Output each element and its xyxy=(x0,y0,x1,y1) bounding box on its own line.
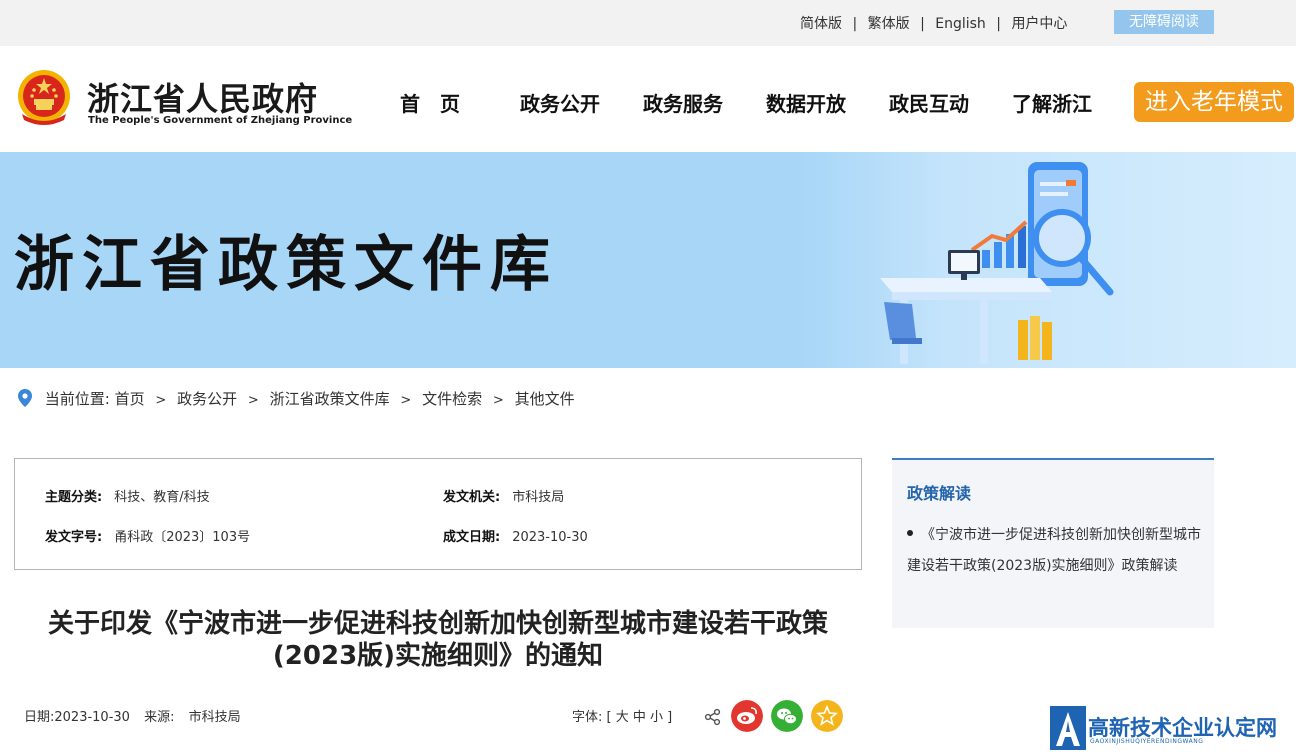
breadcrumb-prefix: 当前位置: xyxy=(44,390,110,408)
breadcrumb-search[interactable]: 文件检索 xyxy=(422,390,482,408)
meta-doc-no-label: 发文字号: xyxy=(45,530,103,545)
document-meta-box: 主题分类: 科技、教育/科技 发文机关: 市科技局 发文字号: 甬科政〔2023〕10… xyxy=(14,458,862,570)
nav-services[interactable]: 政务服务 xyxy=(643,88,723,117)
bullet-icon xyxy=(907,530,913,536)
separator: | xyxy=(920,16,925,32)
favorite-star-icon[interactable] xyxy=(811,700,843,732)
site-name[interactable]: 浙江省人民政府 xyxy=(87,74,318,120)
article-source-label: 来源: xyxy=(144,710,175,725)
elder-mode-button[interactable]: 进入老年模式 xyxy=(1134,82,1294,122)
article-source: 市科技局 xyxy=(188,710,241,725)
policy-interpretation-panel: 政策解读 《宁波市进一步促进科技创新加快创新型城市建设若干政策(2023版)实施… xyxy=(892,458,1214,628)
font-size-control: 字体: [ 大 中 小 ] xyxy=(572,706,672,725)
article-title: 关于印发《宁波市进一步促进科技创新加快创新型城市建设若干政策 (2023版)实施… xyxy=(14,608,862,672)
top-bar: 简体版 | 繁体版 | English | 用户中心 无障碍阅读 xyxy=(0,0,1296,46)
share-icon[interactable] xyxy=(704,708,722,726)
watermark-subtext: GAOXINJISHUQIYERENDINGWANG xyxy=(1090,738,1204,745)
article-title-line1: 关于印发《宁波市进一步促进科技创新加快创新型城市建设若干政策 xyxy=(47,609,828,639)
meta-doc-no-value: 甬科政〔2023〕103号 xyxy=(114,530,251,545)
link-user-center[interactable]: 用户中心 xyxy=(1011,13,1067,33)
breadcrumb-separator: > xyxy=(247,393,259,408)
meta-issuer-value: 市科技局 xyxy=(512,490,565,505)
national-emblem-icon[interactable] xyxy=(14,68,74,128)
nav-home[interactable]: 首 页 xyxy=(400,88,460,117)
article-title-line2: (2023版)实施细则》的通知 xyxy=(272,641,604,671)
breadcrumb-separator: > xyxy=(400,393,412,408)
font-size-label: 字体: xyxy=(572,710,603,725)
breadcrumb-policy-library[interactable]: 浙江省政策文件库 xyxy=(270,390,390,408)
site-name-en: The People's Government of Zhejiang Prov… xyxy=(88,115,353,126)
nav-gov-affairs[interactable]: 政务公开 xyxy=(520,88,600,117)
article-date-label: 日期: xyxy=(24,710,55,725)
link-english[interactable]: English xyxy=(935,16,986,32)
font-size-options[interactable]: [ 大 中 小 ] xyxy=(607,710,673,725)
wechat-share-icon[interactable] xyxy=(771,700,803,732)
meta-date: 成文日期: 2023-10-30 xyxy=(443,526,588,545)
banner: 浙江省政策文件库 xyxy=(0,152,1296,368)
link-simplified[interactable]: 简体版 xyxy=(800,13,842,33)
sidebar-item-link[interactable]: 《宁波市进一步促进科技创新加快创新型城市建设若干政策(2023版)实施细则》政策… xyxy=(907,527,1201,574)
meta-date-label: 成文日期: xyxy=(443,530,501,545)
nav-interaction[interactable]: 政民互动 xyxy=(889,88,969,117)
breadcrumb-gov-affairs[interactable]: 政务公开 xyxy=(177,390,237,408)
breadcrumb-other-files[interactable]: 其他文件 xyxy=(515,390,575,408)
watermark-logo: 高新技术企业认定网 GAOXINJISHUQIYERENDINGWANG xyxy=(1046,704,1296,752)
meta-topic-label: 主题分类: xyxy=(45,490,103,505)
sidebar-item[interactable]: 《宁波市进一步促进科技创新加快创新型城市建设若干政策(2023版)实施细则》政策… xyxy=(907,520,1207,582)
meta-doc-no: 发文字号: 甬科政〔2023〕103号 xyxy=(45,526,250,545)
banner-title: 浙江省政策文件库 xyxy=(14,230,558,300)
nav-open-data[interactable]: 数据开放 xyxy=(766,88,846,117)
nav-about-zhejiang[interactable]: 了解浙江 xyxy=(1012,88,1092,117)
meta-topic: 主题分类: 科技、教育/科技 xyxy=(45,486,210,505)
sidebar-title: 政策解读 xyxy=(907,484,972,503)
breadcrumb-separator: > xyxy=(492,393,504,408)
meta-issuer: 发文机关: 市科技局 xyxy=(443,486,564,505)
watermark-a-icon xyxy=(1050,706,1086,750)
breadcrumb-home[interactable]: 首页 xyxy=(115,390,145,408)
site-header: 浙江省人民政府 The People's Government of Zheji… xyxy=(0,46,1296,152)
link-traditional[interactable]: 繁体版 xyxy=(868,13,910,33)
top-links: 简体版 | 繁体版 | English | 用户中心 xyxy=(800,13,1067,33)
separator: | xyxy=(996,16,1001,32)
article-date: 2023-10-30 xyxy=(54,710,130,725)
weibo-share-icon[interactable] xyxy=(731,700,763,732)
meta-date-value: 2023-10-30 xyxy=(512,530,588,545)
meta-topic-value: 科技、教育/科技 xyxy=(114,490,210,505)
article-info: 日期:2023-10-30 来源: 市科技局 xyxy=(24,706,241,725)
breadcrumb: 当前位置: 首页 > 政务公开 > 浙江省政策文件库 > 文件检索 > 其他文件 xyxy=(18,388,575,409)
office-illustration xyxy=(800,152,1296,368)
location-pin-icon xyxy=(18,389,32,407)
accessibility-button[interactable]: 无障碍阅读 xyxy=(1114,10,1214,34)
separator: | xyxy=(852,16,858,32)
breadcrumb-separator: > xyxy=(155,393,167,408)
meta-issuer-label: 发文机关: xyxy=(443,490,501,505)
